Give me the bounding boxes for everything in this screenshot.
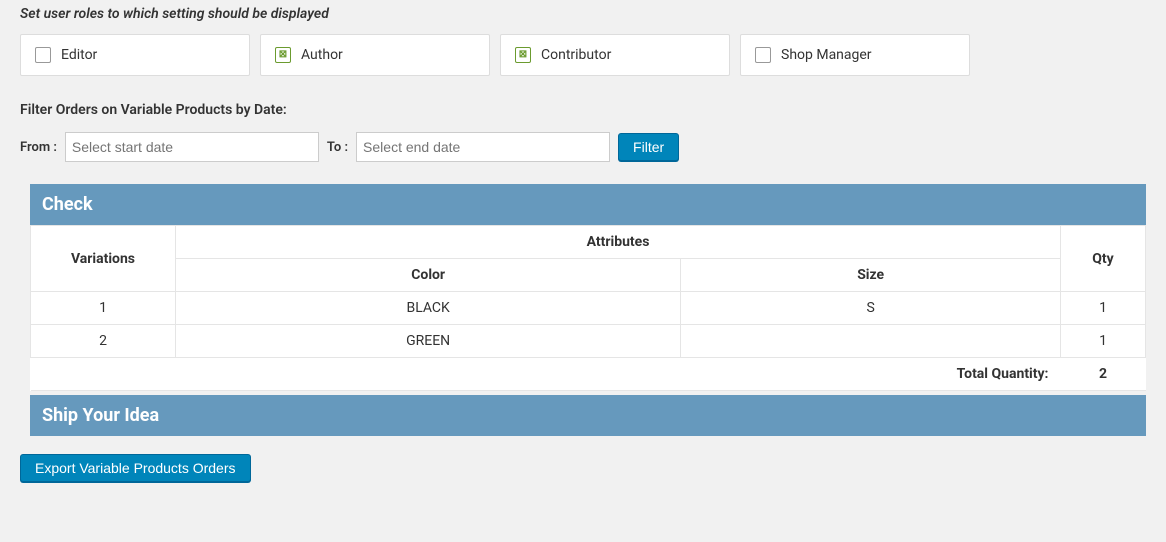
cell-color: BLACK (176, 292, 681, 325)
cell-variation: 2 (31, 325, 176, 358)
col-attributes: Attributes (176, 226, 1061, 259)
checkbox-author[interactable]: ⊠ (275, 47, 291, 63)
total-value: 2 (1061, 358, 1146, 391)
filter-title: Filter Orders on Variable Products by Da… (20, 102, 1146, 118)
to-date-input[interactable] (356, 132, 610, 162)
checkbox-contributor[interactable]: ⊠ (515, 47, 531, 63)
roles-description: Set user roles to which setting should b… (20, 6, 1146, 22)
cell-size (681, 325, 1061, 358)
col-qty: Qty (1061, 226, 1146, 292)
total-label: Total Quantity: (31, 358, 1061, 391)
col-variations: Variations (31, 226, 176, 292)
variations-table: Variations Attributes Qty Color Size 1 B… (30, 225, 1146, 391)
checkbox-editor[interactable] (35, 47, 51, 63)
cell-variation: 1 (31, 292, 176, 325)
from-date-input[interactable] (65, 132, 319, 162)
role-label: Author (301, 47, 343, 63)
role-editor[interactable]: Editor (20, 34, 250, 76)
role-label: Editor (61, 47, 97, 63)
cell-color: GREEN (176, 325, 681, 358)
roles-container: Editor ⊠ Author ⊠ Contributor Shop Manag… (20, 34, 1146, 76)
export-button[interactable]: Export Variable Products Orders (20, 454, 251, 482)
cell-qty: 1 (1061, 325, 1146, 358)
product-header-check[interactable]: Check (30, 184, 1146, 225)
product-header-ship-your-idea[interactable]: Ship Your Idea (30, 395, 1146, 436)
total-row: Total Quantity: 2 (31, 358, 1146, 391)
cell-size: S (681, 292, 1061, 325)
role-contributor[interactable]: ⊠ Contributor (500, 34, 730, 76)
col-size: Size (681, 259, 1061, 292)
from-label: From : (20, 140, 57, 155)
checkbox-shop-manager[interactable] (755, 47, 771, 63)
table-row: 1 BLACK S 1 (31, 292, 1146, 325)
cell-qty: 1 (1061, 292, 1146, 325)
filter-button[interactable]: Filter (618, 133, 679, 161)
col-color: Color (176, 259, 681, 292)
role-label: Shop Manager (781, 47, 872, 63)
role-author[interactable]: ⊠ Author (260, 34, 490, 76)
table-row: 2 GREEN 1 (31, 325, 1146, 358)
role-label: Contributor (541, 47, 611, 63)
role-shop-manager[interactable]: Shop Manager (740, 34, 970, 76)
to-label: To : (327, 140, 348, 155)
